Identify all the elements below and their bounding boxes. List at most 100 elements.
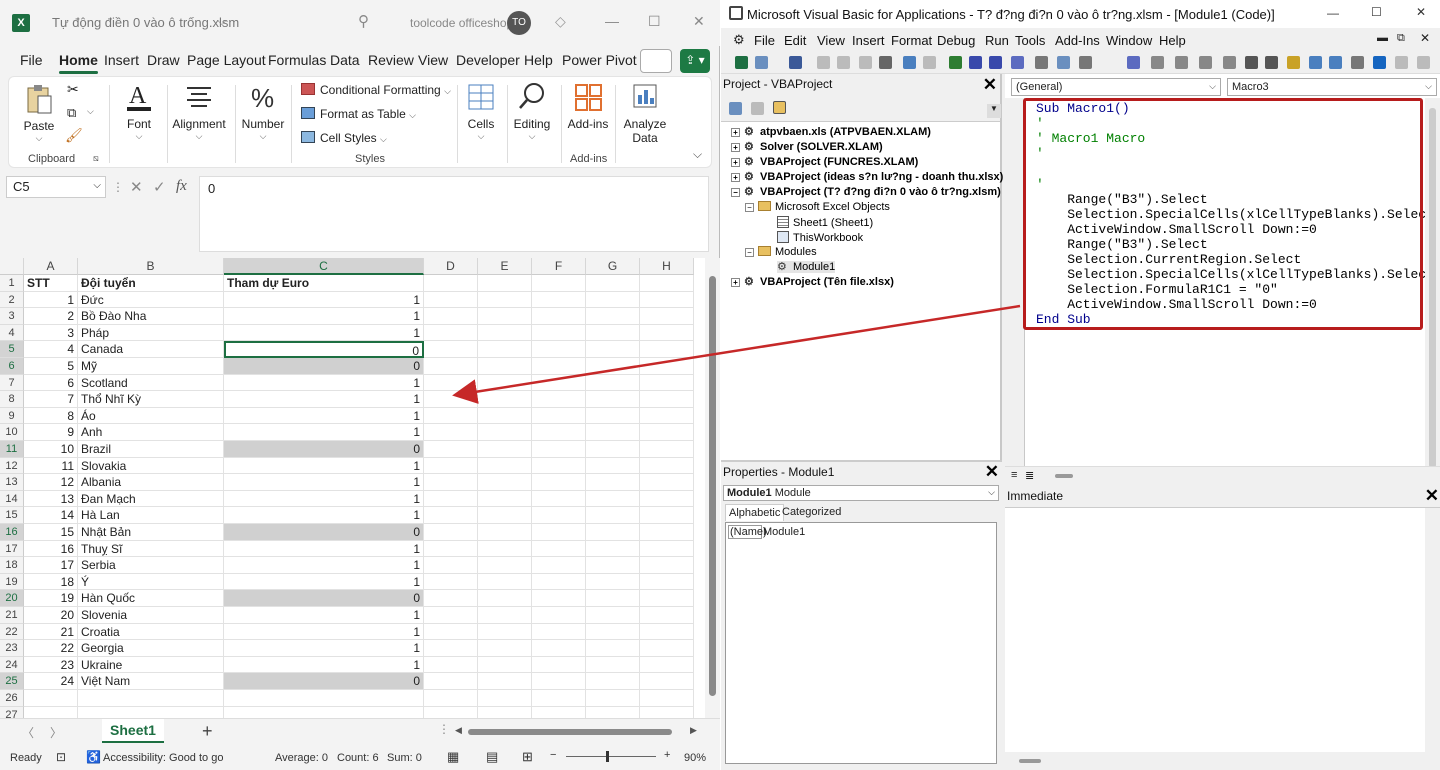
comment-block-icon[interactable] bbox=[1309, 56, 1322, 69]
cell-h18[interactable] bbox=[640, 557, 694, 574]
cell-g14[interactable] bbox=[586, 490, 640, 508]
cell-d18[interactable] bbox=[424, 557, 478, 574]
object-browser-icon[interactable] bbox=[1079, 56, 1092, 69]
row-header[interactable]: 1 bbox=[0, 275, 24, 292]
cell-e3[interactable] bbox=[478, 308, 532, 325]
cell-a3[interactable]: 2 bbox=[24, 308, 78, 325]
cell-d13[interactable] bbox=[424, 474, 478, 491]
cell-a20[interactable]: 19 bbox=[24, 590, 78, 607]
avatar[interactable]: TO bbox=[507, 11, 531, 35]
cell-b1[interactable]: Đội tuyển bbox=[78, 275, 224, 292]
cell-a11[interactable]: 10 bbox=[24, 441, 78, 458]
row-header[interactable]: 16 bbox=[0, 524, 24, 541]
cell-g16[interactable] bbox=[586, 524, 640, 541]
vba-menu-tools[interactable]: Tools bbox=[1015, 33, 1045, 48]
cell-a2[interactable]: 1 bbox=[24, 291, 78, 309]
cell-h8[interactable] bbox=[640, 391, 694, 408]
vertical-scrollbar[interactable] bbox=[705, 258, 720, 718]
cell-h11[interactable] bbox=[640, 441, 694, 458]
add-sheet-icon[interactable]: + bbox=[202, 721, 213, 742]
procedure-combo[interactable]: Macro3 ⌵ bbox=[1227, 78, 1437, 96]
cell-a26[interactable] bbox=[24, 690, 78, 707]
cell-e22[interactable] bbox=[478, 623, 532, 641]
tree-item-current-project[interactable]: − ⚙ VBAProject (T? đ?ng đi?n 0 vào ô tr?ng… bbox=[731, 186, 1001, 198]
row-header[interactable]: 5 bbox=[0, 341, 24, 358]
vba-menu-format[interactable]: Format bbox=[891, 33, 932, 48]
tree-item-ideas[interactable]: + ⚙ VBAProject (ideas s?n lư?ng - doanh th… bbox=[731, 171, 1003, 183]
cell-b4[interactable]: Pháp bbox=[78, 324, 224, 342]
reset-icon[interactable] bbox=[989, 56, 1002, 69]
cell-g6[interactable] bbox=[586, 358, 640, 375]
menu-file[interactable]: File bbox=[20, 52, 43, 68]
menu-help[interactable]: Help bbox=[524, 52, 553, 68]
chevron-down-icon[interactable]: ⌵ bbox=[1209, 81, 1216, 92]
cell-d15[interactable] bbox=[424, 507, 478, 524]
tree-item-excel-objects[interactable]: − Microsoft Excel Objects bbox=[745, 201, 890, 213]
menu-power-pivot[interactable]: Power Pivot bbox=[562, 52, 637, 68]
cell-h6[interactable] bbox=[640, 358, 694, 375]
cell-c9[interactable]: 1 bbox=[224, 407, 424, 425]
close-icon[interactable]: ✕ bbox=[985, 462, 999, 482]
properties-object-select[interactable]: Module1 Module ⌵ bbox=[723, 485, 999, 501]
cell-c17[interactable]: 1 bbox=[224, 540, 424, 558]
cell-e6[interactable] bbox=[478, 358, 532, 375]
scroll-left-icon[interactable]: ◀ bbox=[455, 725, 462, 736]
cell-b6[interactable]: Mỹ bbox=[78, 358, 224, 375]
tree-item-modules[interactable]: − Modules bbox=[745, 246, 817, 258]
cell-d3[interactable] bbox=[424, 308, 478, 325]
row-header[interactable]: 25 bbox=[0, 673, 24, 690]
cell-g17[interactable] bbox=[586, 540, 640, 558]
cell-h22[interactable] bbox=[640, 623, 694, 641]
row-header[interactable]: 14 bbox=[0, 490, 24, 508]
cell-a13[interactable]: 12 bbox=[24, 474, 78, 491]
select-all-corner[interactable] bbox=[0, 258, 24, 275]
chevron-down-icon[interactable]: ⌵ bbox=[235, 131, 291, 142]
column-header-a[interactable]: A bbox=[24, 258, 78, 275]
sheet-tab-sheet1[interactable]: Sheet1 bbox=[102, 719, 164, 743]
design-mode-icon[interactable] bbox=[1011, 56, 1024, 69]
cell-a5[interactable]: 4 bbox=[24, 341, 78, 358]
copy-icon[interactable] bbox=[837, 56, 850, 69]
cell-a21[interactable]: 20 bbox=[24, 607, 78, 624]
row-header[interactable]: 21 bbox=[0, 607, 24, 624]
cell-f13[interactable] bbox=[532, 474, 586, 491]
cell-b5[interactable]: Canada bbox=[78, 341, 224, 358]
save-icon[interactable] bbox=[789, 56, 802, 69]
scroll-thumb[interactable] bbox=[1429, 108, 1436, 468]
view-excel-icon[interactable] bbox=[735, 56, 748, 69]
cell-e14[interactable] bbox=[478, 490, 532, 508]
formula-input[interactable]: 0 bbox=[199, 176, 709, 252]
cell-a4[interactable]: 3 bbox=[24, 324, 78, 342]
vba-menu-view[interactable]: View bbox=[817, 33, 845, 48]
cell-d27[interactable] bbox=[424, 706, 478, 718]
cell-d8[interactable] bbox=[424, 391, 478, 408]
cell-h10[interactable] bbox=[640, 424, 694, 441]
cell-e24[interactable] bbox=[478, 656, 532, 674]
cell-c10[interactable]: 1 bbox=[224, 424, 424, 441]
row-header[interactable]: 18 bbox=[0, 557, 24, 574]
minimize-icon[interactable]: ▬ bbox=[1377, 32, 1388, 44]
cell-g12[interactable] bbox=[586, 457, 640, 475]
cut-icon[interactable] bbox=[817, 56, 830, 69]
cell-f17[interactable] bbox=[532, 540, 586, 558]
vba-menu-run[interactable]: Run bbox=[985, 33, 1009, 48]
close-icon[interactable]: ✕ bbox=[1425, 486, 1439, 506]
cell-c23[interactable]: 1 bbox=[224, 640, 424, 657]
cell-a12[interactable]: 11 bbox=[24, 457, 78, 475]
cell-h5[interactable] bbox=[640, 341, 694, 358]
cell-f4[interactable] bbox=[532, 324, 586, 342]
row-header[interactable]: 22 bbox=[0, 623, 24, 641]
cell-b27[interactable] bbox=[78, 706, 224, 718]
menu-page-layout[interactable]: Page Layout bbox=[187, 52, 266, 68]
cell-g11[interactable] bbox=[586, 441, 640, 458]
cell-a8[interactable]: 7 bbox=[24, 391, 78, 408]
row-header[interactable]: 13 bbox=[0, 474, 24, 491]
run-icon[interactable] bbox=[949, 56, 962, 69]
next-bookmark-icon[interactable] bbox=[1373, 56, 1386, 69]
cell-f23[interactable] bbox=[532, 640, 586, 657]
immediate-horizontal-scrollbar[interactable] bbox=[1005, 752, 1440, 770]
view-code-icon[interactable] bbox=[729, 102, 742, 115]
cell-a23[interactable]: 22 bbox=[24, 640, 78, 657]
cell-d21[interactable] bbox=[424, 607, 478, 624]
paste-button[interactable]: Paste ⌵ bbox=[21, 83, 57, 144]
